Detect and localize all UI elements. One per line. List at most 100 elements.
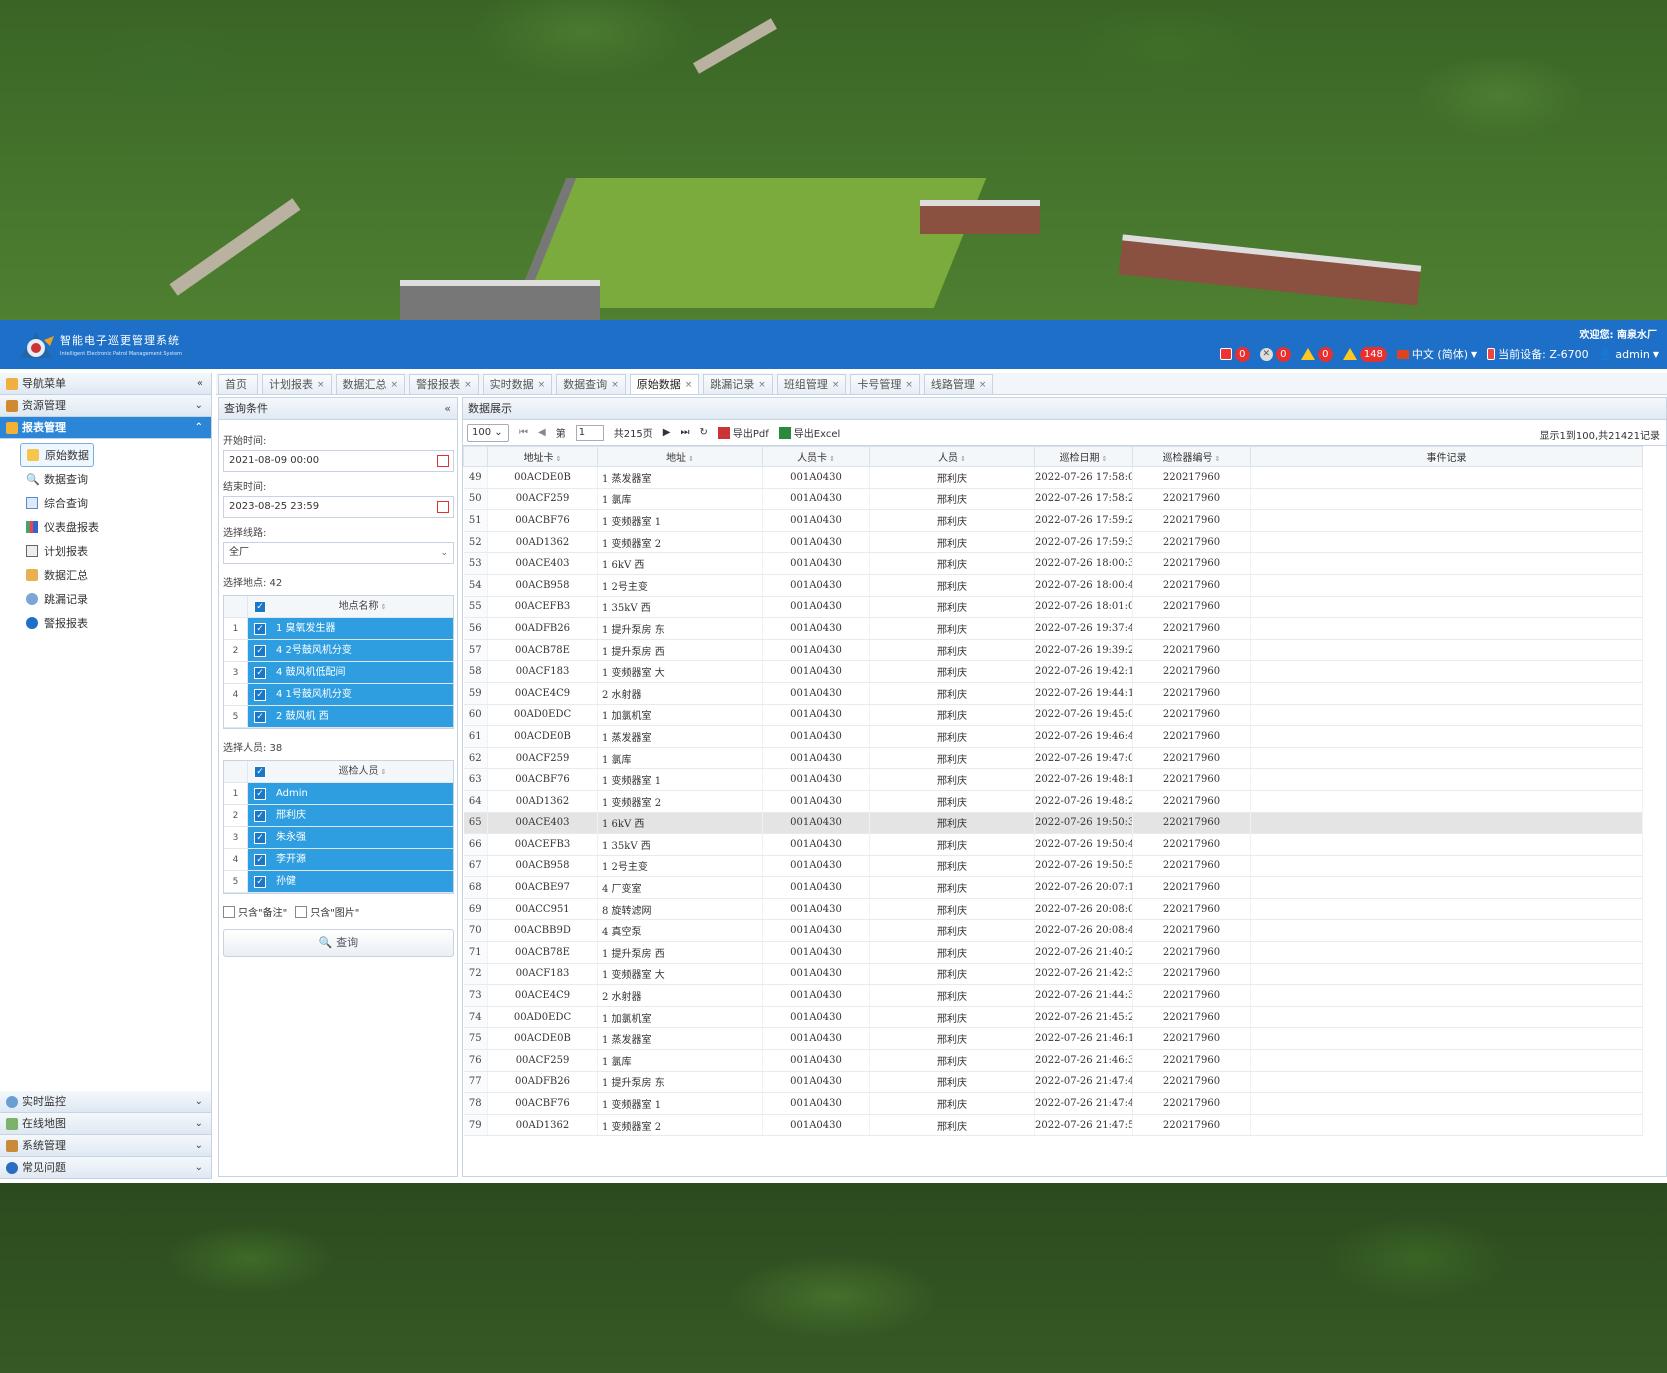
table-row[interactable]: 53 00ACE403 1 6kV 西 001A0430 邢利庆 2022-07-26 1…	[463, 552, 1643, 575]
table-row[interactable]: 75 00ACDE0B 1 蒸发器室 001A0430 邢利庆 2022-07-26 21…	[463, 1027, 1643, 1051]
column-header[interactable]: 巡检人员	[339, 766, 379, 777]
column-header[interactable]: 巡检日期 ⇕	[1034, 446, 1133, 467]
last-page-icon[interactable]: ⏭	[681, 427, 690, 438]
tab-9[interactable]: 卡号管理 ×	[850, 374, 920, 394]
table-row[interactable]: 57 00ACB78E 1 提升泵房 西 001A0430 邢利庆 2022-07-26 …	[463, 639, 1643, 662]
column-header[interactable]: 巡检器编号 ⇕	[1132, 446, 1251, 467]
page-number-input[interactable]: 1	[575, 424, 604, 441]
table-row[interactable]: 67 00ACB958 1 2号主变 001A0430 邢利庆 2022-07-26 19…	[463, 855, 1643, 878]
table-row[interactable]: 55 00ACEFB3 1 35kV 西 001A0430 邢利庆 2022-07-26 …	[463, 596, 1643, 619]
table-row[interactable]: 78 00ACBF76 1 变频器室 1 001A0430 邢利庆 2022-07-26 …	[463, 1092, 1643, 1115]
missed-indicator[interactable]: 148	[1342, 346, 1387, 362]
calendar-icon[interactable]	[437, 455, 449, 467]
grid-row[interactable]: 4 ✓ 4 1号鼓风机分变	[224, 684, 453, 706]
table-row[interactable]: 72 00ACF183 1 变频器室 大 001A0430 邢利庆 2022-07-26 …	[463, 963, 1643, 986]
sidebar-section-faq[interactable]: 常见问题 ⌄	[0, 1157, 211, 1179]
sidebar-item-dashboard[interactable]: 仪表盘报表	[20, 515, 211, 539]
end-time-input[interactable]: 2023-08-25 23:59	[223, 496, 454, 518]
sidebar-section-resource[interactable]: 资源管理 ⌄	[0, 395, 211, 417]
only-pic-checkbox[interactable]	[295, 905, 308, 918]
column-header[interactable]: 地址卡 ⇕	[487, 446, 598, 467]
table-row[interactable]: 64 00AD1362 1 变频器室 2 001A0430 邢利庆 2022-07-26 …	[463, 790, 1643, 813]
grid-row[interactable]: 2 ✓ 邢利庆	[224, 805, 453, 827]
tab-7[interactable]: 跳漏记录 ×	[703, 374, 773, 394]
row-checkbox[interactable]: ✓	[254, 853, 266, 866]
tab-1[interactable]: 计划报表 ×	[262, 374, 332, 394]
close-icon[interactable]: ×	[611, 375, 619, 395]
close-icon[interactable]: ×	[685, 375, 693, 395]
search-button[interactable]: 🔍 查询	[223, 929, 454, 957]
column-header[interactable]: 人员卡 ⇕	[762, 446, 870, 467]
close-icon[interactable]: ×	[464, 375, 472, 395]
grid-row[interactable]: 3 ✓ 朱永强	[224, 827, 453, 849]
row-checkbox[interactable]: ✓	[254, 831, 266, 844]
table-row[interactable]: 68 00ACBE97 4 厂变室 001A0430 邢利庆 2022-07-26 20:…	[463, 876, 1643, 899]
sidebar-item-data-query[interactable]: 🔍 数据查询	[20, 467, 211, 491]
page-size-select[interactable]: 100 ⌄	[467, 423, 509, 442]
alarm-indicator[interactable]: 0	[1219, 346, 1250, 362]
tab-6[interactable]: 原始数据 ×	[629, 374, 700, 395]
column-header[interactable]: 地址 ⇕	[597, 446, 763, 467]
close-icon[interactable]: ×	[905, 375, 913, 395]
row-checkbox[interactable]: ✓	[254, 622, 266, 635]
table-row[interactable]: 62 00ACF259 1 氯库 001A0430 邢利庆 2022-07-26 19:4…	[463, 747, 1643, 770]
select-all-checkbox[interactable]: ✓	[254, 765, 266, 778]
nav-menu-header[interactable]: 导航菜单 «	[0, 373, 211, 395]
sidebar-item-plan-report[interactable]: 计划报表	[20, 539, 211, 563]
row-checkbox[interactable]: ✓	[254, 710, 266, 723]
row-checkbox[interactable]: ✓	[254, 644, 266, 657]
sidebar-item-alarm-report[interactable]: 警报报表	[20, 611, 211, 635]
only-note-option[interactable]: 只含"备注"	[223, 904, 287, 919]
tab-10[interactable]: 线路管理 ×	[923, 374, 994, 395]
table-row[interactable]: 66 00ACEFB3 1 35kV 西 001A0430 邢利庆 2022-07-26 …	[463, 833, 1643, 856]
sidebar-item-missed[interactable]: 跳漏记录	[20, 587, 211, 611]
sidebar-item-summary[interactable]: 数据汇总	[20, 563, 211, 587]
table-row[interactable]: 69 00ACC951 8 旋转滤网 001A0430 邢利庆 2022-07-26 20…	[463, 898, 1643, 921]
refresh-icon[interactable]: ↻	[700, 427, 708, 438]
tab-3[interactable]: 警报报表 ×	[409, 374, 479, 394]
column-header[interactable]: 地点名称	[339, 601, 379, 612]
row-checkbox[interactable]: ✓	[254, 787, 266, 800]
only-note-checkbox[interactable]	[223, 905, 235, 918]
table-row[interactable]: 52 00AD1362 1 变频器室 2 001A0430 邢利庆 2022-07-26 …	[463, 531, 1643, 554]
table-row[interactable]: 58 00ACF183 1 变频器室 大 001A0430 邢利庆 2022-07-26 …	[463, 660, 1643, 683]
grid-row[interactable]: 4 ✓ 李开源	[224, 849, 453, 871]
close-icon[interactable]: ×	[979, 375, 987, 395]
first-page-icon[interactable]: ⏮	[519, 427, 528, 438]
column-header[interactable]: 人员 ⇕	[869, 446, 1035, 467]
calendar-icon[interactable]	[437, 501, 449, 513]
user-menu[interactable]: 👤 admin ▼	[1599, 348, 1659, 361]
sidebar-section-map[interactable]: 在线地图 ⌄	[0, 1113, 211, 1135]
collapse-left-icon[interactable]: «	[444, 398, 451, 420]
sidebar-item-raw-data[interactable]: 原始数据	[20, 443, 94, 467]
table-row[interactable]: 79 00AD1362 1 变频器室 2 001A0430 邢利庆 2022-07-26 …	[463, 1114, 1643, 1137]
sidebar-section-system[interactable]: 系统管理 ⌄	[0, 1135, 211, 1157]
table-row[interactable]: 61 00ACDE0B 1 蒸发器室 001A0430 邢利庆 2022-07-26 19…	[463, 725, 1643, 748]
column-header[interactable]: 事件记录	[1250, 446, 1643, 467]
row-checkbox[interactable]: ✓	[254, 688, 266, 701]
export-pdf-button[interactable]: 导出Pdf	[717, 425, 769, 440]
select-all-checkbox[interactable]: ✓	[254, 600, 266, 613]
sidebar-section-report[interactable]: 报表管理 ⌃	[0, 417, 211, 439]
row-checkbox[interactable]: ✓	[254, 666, 266, 679]
device-indicator[interactable]: 当前设备: Z-6700	[1487, 346, 1589, 362]
table-row[interactable]: 54 00ACB958 1 2号主变 001A0430 邢利庆 2022-07-26 18…	[463, 574, 1643, 597]
table-row[interactable]: 60 00AD0EDC 1 加氯机室 001A0430 邢利庆 2022-07-26 19…	[463, 704, 1643, 727]
grid-row[interactable]: 2 ✓ 4 2号鼓风机分变	[224, 640, 453, 662]
grid-row[interactable]: 3 ✓ 4 鼓风机低配间	[224, 662, 453, 684]
table-row[interactable]: 51 00ACBF76 1 变频器室 1 001A0430 邢利庆 2022-07-26 …	[463, 509, 1643, 532]
table-row[interactable]: 49 00ACDE0B 1 蒸发器室 001A0430 邢利庆 2022-07-26 17…	[463, 466, 1643, 489]
tab-8[interactable]: 班组管理 ×	[776, 374, 847, 394]
grid-row[interactable]: 5 ✓ 2 鼓风机 西	[224, 706, 453, 728]
sidebar-item-combined-query[interactable]: 综合查询	[20, 491, 211, 515]
row-checkbox[interactable]: ✓	[254, 809, 266, 822]
table-row[interactable]: 71 00ACB78E 1 提升泵房 西 001A0430 邢利庆 2022-07-26 …	[463, 941, 1643, 964]
close-icon[interactable]: ×	[391, 375, 399, 395]
table-row[interactable]: 74 00AD0EDC 1 加氯机室 001A0430 邢利庆 2022-07-26 21…	[463, 1006, 1643, 1029]
table-row[interactable]: 63 00ACBF76 1 变频器室 1 001A0430 邢利庆 2022-07-26 …	[463, 768, 1643, 791]
prev-page-icon[interactable]: ◀	[538, 427, 546, 438]
table-row[interactable]: 65 00ACE403 1 6kV 西 001A0430 邢利庆 2022-07-26 1…	[463, 812, 1643, 835]
warning-indicator[interactable]: 0	[1300, 346, 1333, 362]
table-row[interactable]: 70 00ACBB9D 4 真空泵 001A0430 邢利庆 2022-07-26 20:…	[463, 919, 1643, 943]
offline-indicator[interactable]: ✕ 0	[1259, 346, 1291, 362]
